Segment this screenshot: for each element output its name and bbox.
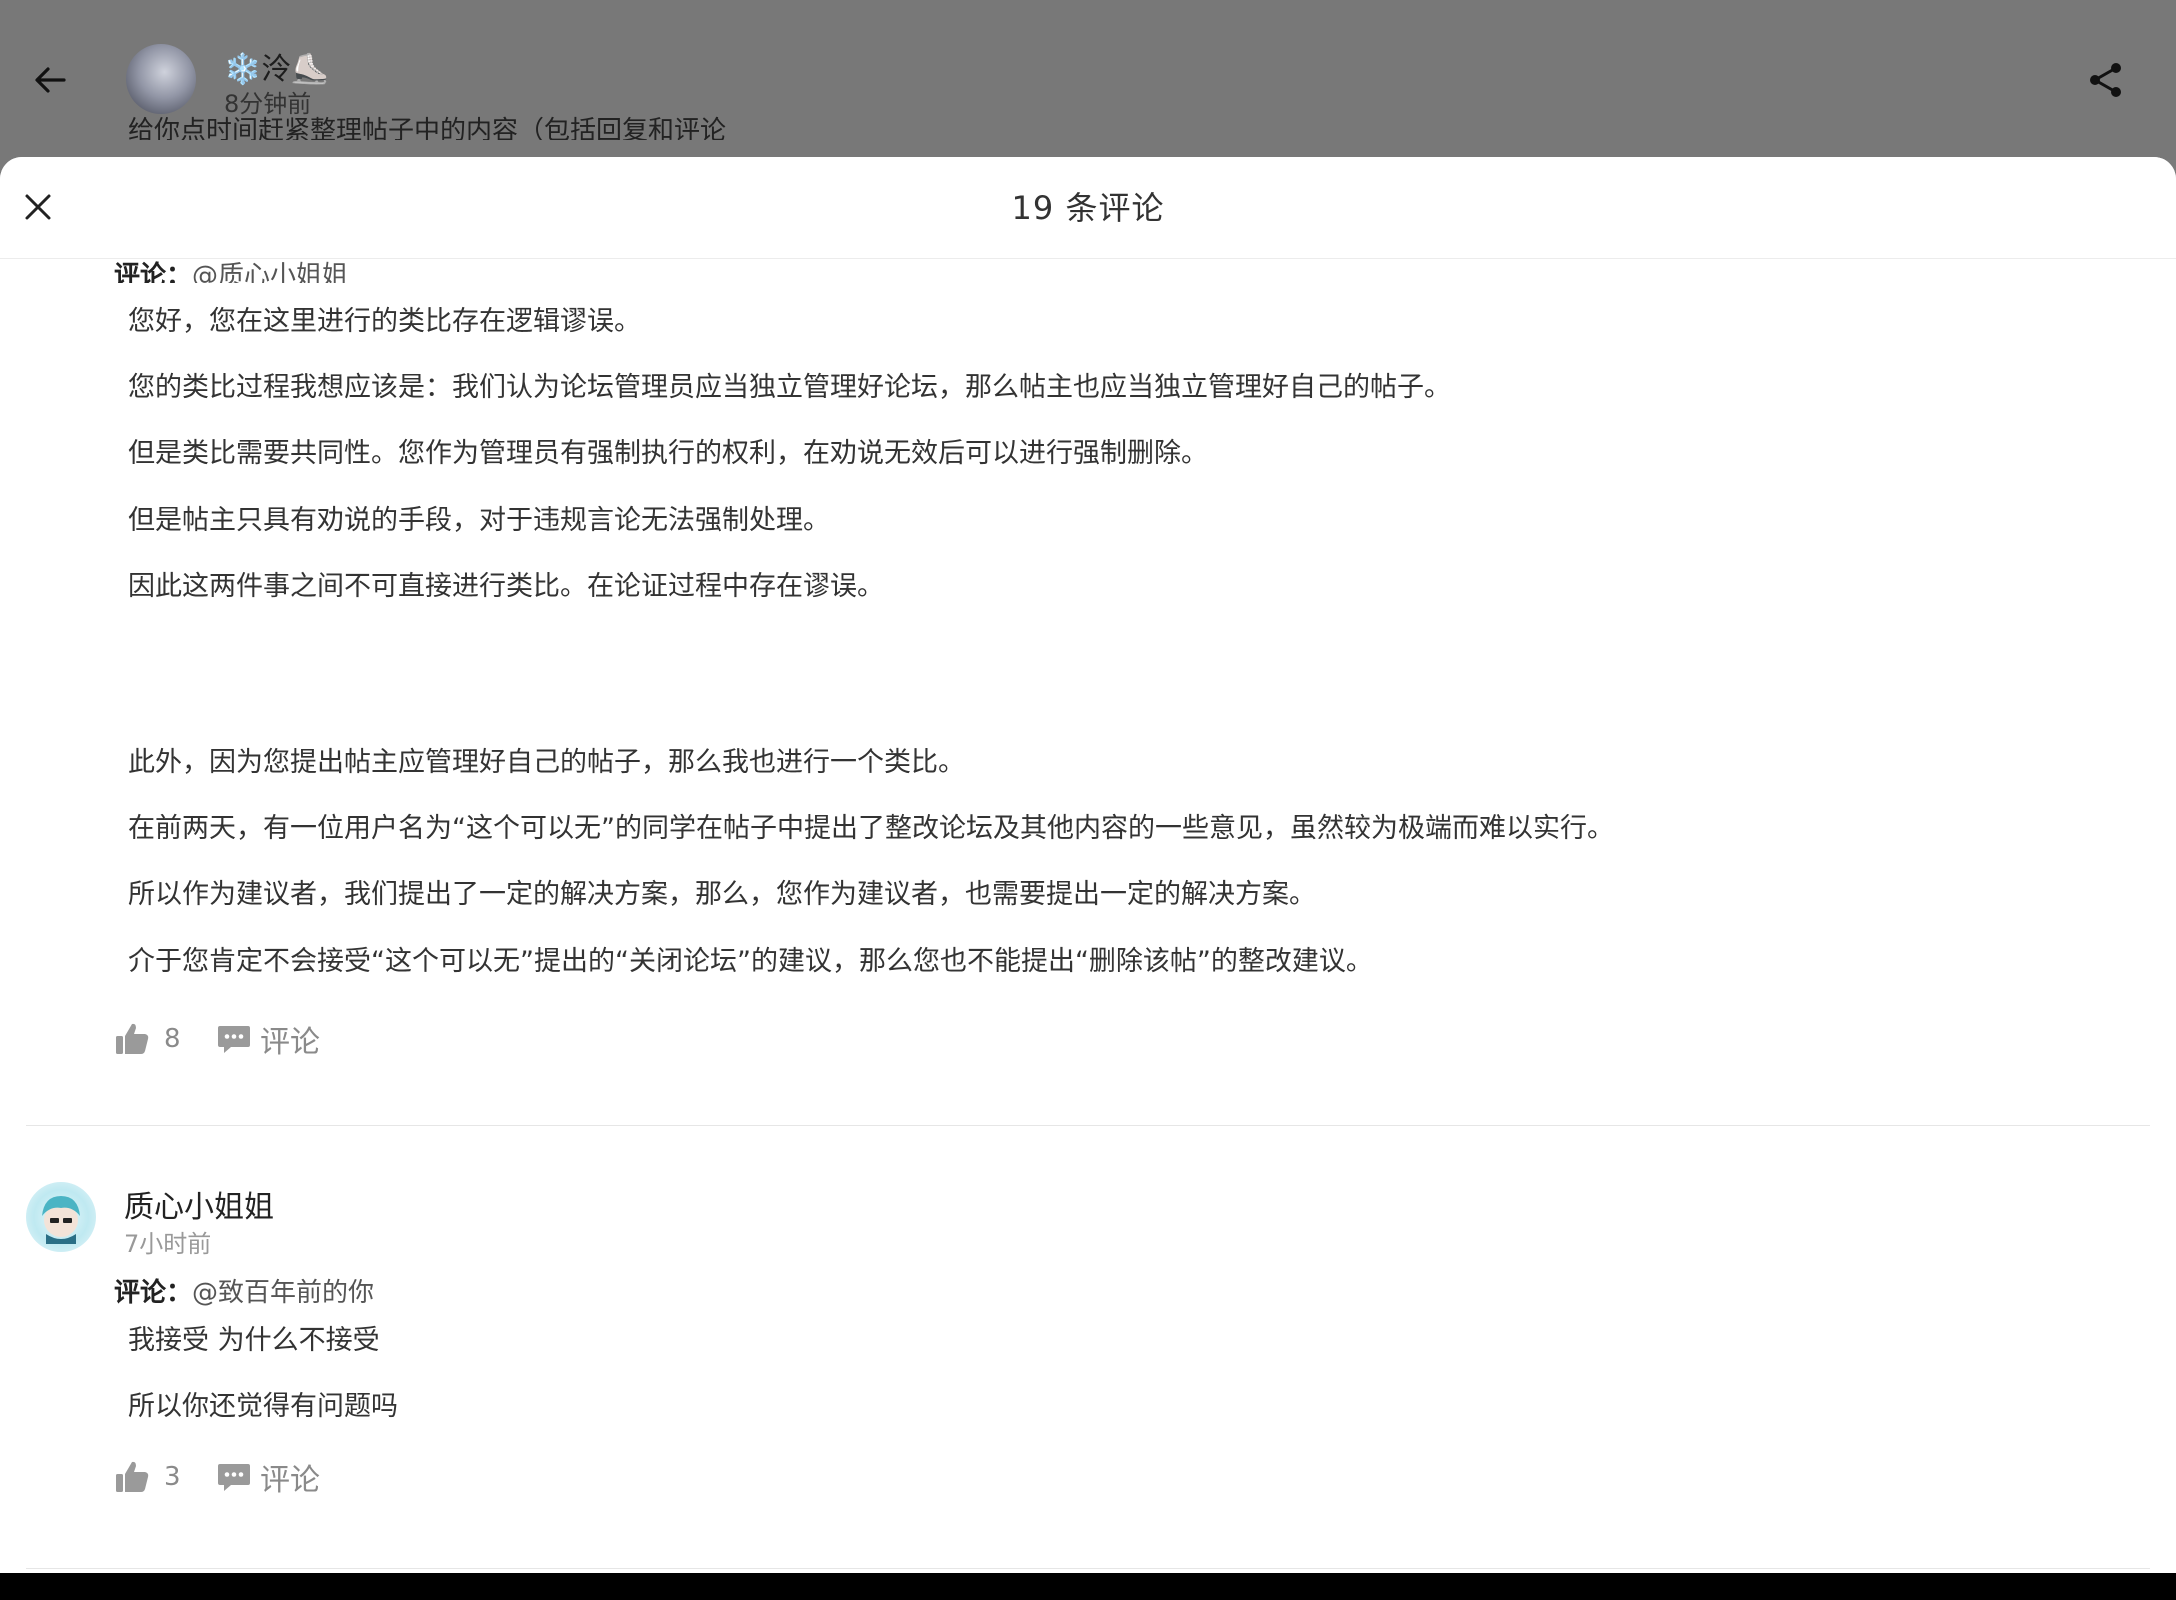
comment-bubble-icon[interactable] [216,1021,252,1057]
author-name[interactable]: ❄️泠⛸️ [224,44,329,88]
thumbs-up-icon[interactable] [114,1021,150,1057]
comment-text-line: 您的类比过程我想应该是：我们认为论坛管理员应当独立管理好论坛，那么帖主也应当独立… [128,372,1451,403]
post-snippet: 给你点时间赶紧整理帖子中的内容（包括回复和评论 [128,116,727,140]
like-count: 3 [164,1462,181,1492]
system-navigation-bar [0,1573,2176,1600]
comment-text-line: 所以作为建议者，我们提出了一定的解决方案，那么，您作为建议者，也需要提出一定的解… [128,879,1316,910]
comment-actions: 3 评论 [114,1455,320,1499]
comment-text-line: 但是类比需要共同性。您作为管理员有强制执行的权利，在劝说无效后可以进行强制删除。 [128,438,1208,469]
comment-text-line: 介于您肯定不会接受“这个可以无”提出的“关闭论坛”的建议，那么您也不能提出“删除… [128,946,1373,977]
comment-text-line: 在前两天，有一位用户名为“这个可以无”的同学在帖子中提出了整改论坛及其他内容的一… [128,813,1614,844]
avatar[interactable] [26,1182,96,1252]
comment-item: 评论：@质心小姐姐 您好，您在这里进行的类比存在逻辑谬误。 您的类比过程我想应该… [0,259,2176,1126]
comment-time: 7小时前 [124,1230,212,1258]
back-arrow-icon[interactable] [30,60,70,100]
author-avatar[interactable] [126,44,196,114]
comment-bubble-icon[interactable] [216,1459,252,1495]
comment-text-line: 我接受 为什么不接受 [128,1325,380,1356]
comment-actions: 8 评论 [114,1017,320,1061]
comments-sheet-header: 19 条评论 [0,157,2176,259]
comment-text-line: 您好，您在这里进行的类比存在逻辑谬误。 [128,306,641,337]
thumbs-up-icon[interactable] [114,1459,150,1495]
comment-username[interactable]: 质心小姐姐 [124,1182,274,1226]
comment-text-line: 此外，因为您提出帖主应管理好自己的帖子，那么我也进行一个类比。 [128,747,965,778]
reply-target: 评论：@致百年前的你 [114,1278,375,1308]
reply-target: 评论：@质心小姐姐 [114,261,349,283]
comment-text-line: 所以你还觉得有问题吗 [128,1391,398,1422]
comment-reply-button[interactable]: 评论 [260,1017,320,1061]
comment-text-line: 因此这两件事之间不可直接进行类比。在论证过程中存在谬误。 [128,571,884,602]
post-header: ❄️泠⛸️ 8分钟前 给你点时间赶紧整理帖子中的内容（包括回复和评论 [0,0,2176,160]
share-icon[interactable] [2086,60,2126,100]
comments-sheet: 19 条评论 评论：@质心小姐姐 您好，您在这里进行的类比存在逻辑谬误。 您的类… [0,157,2176,1573]
like-count: 8 [164,1024,181,1054]
comments-count-title: 19 条评论 [1011,189,1165,227]
comments-list[interactable]: 评论：@质心小姐姐 您好，您在这里进行的类比存在逻辑谬误。 您的类比过程我想应该… [0,259,2176,1573]
divider [26,1568,2150,1569]
comment-item: 质心小姐姐 7小时前 评论：@致百年前的你 我接受 为什么不接受 所以你还觉得有… [0,1126,2176,1573]
comment-text-line: 但是帖主只具有劝说的手段，对于违规言论无法强制处理。 [128,505,830,536]
comment-reply-button[interactable]: 评论 [260,1455,320,1499]
